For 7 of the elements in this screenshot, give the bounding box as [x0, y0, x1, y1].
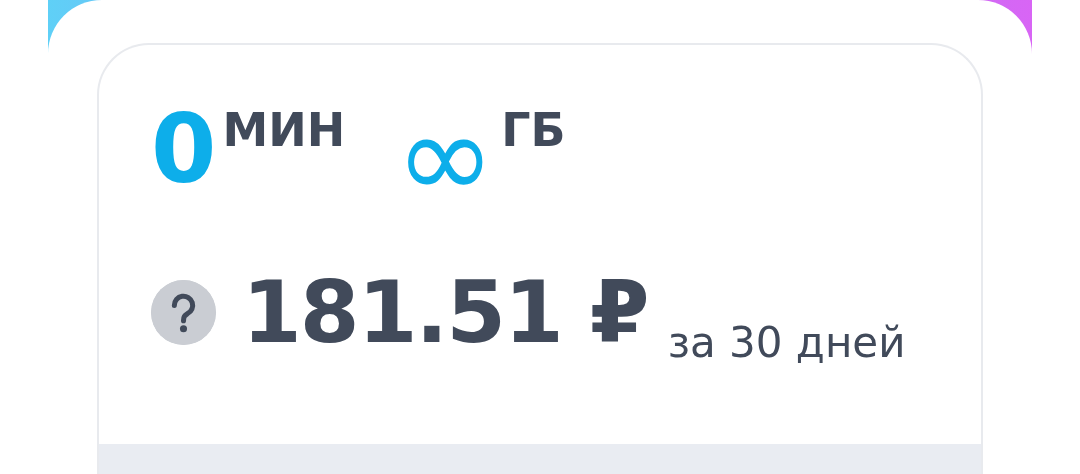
allowance-unit: ГБ	[501, 107, 566, 153]
price-amount: 181.51 ₽	[242, 269, 648, 355]
allowance-unit: МИН	[222, 107, 346, 153]
help-icon[interactable]	[151, 279, 216, 345]
allowance-value: 0	[151, 103, 217, 197]
price-period: за 30 дней	[667, 318, 906, 367]
allowance-value: ∞	[395, 109, 496, 205]
